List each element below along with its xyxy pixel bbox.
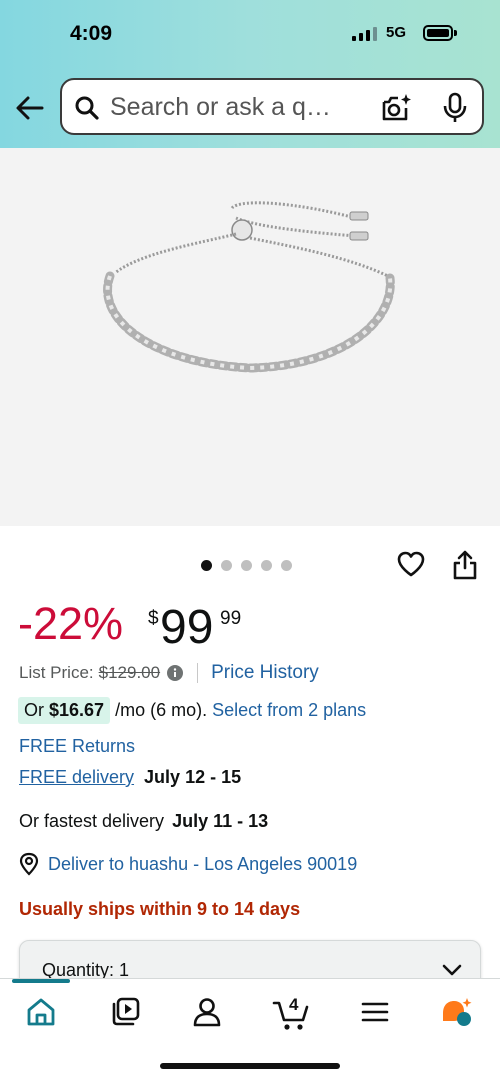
status-bar: 4:09 5G bbox=[0, 0, 500, 64]
pagination-dot[interactable] bbox=[261, 560, 272, 571]
installment-amount: $16.67 bbox=[49, 700, 105, 720]
pagination-dot[interactable] bbox=[221, 560, 232, 571]
deliver-to-link[interactable]: Deliver to huashu - Los Angeles 90019 bbox=[19, 852, 357, 876]
deliver-to-text[interactable]: Deliver to huashu - Los Angeles 90019 bbox=[48, 854, 357, 875]
image-pagination-dots[interactable] bbox=[201, 560, 292, 571]
price-fraction: 99 bbox=[220, 608, 242, 629]
status-time: 4:09 bbox=[70, 22, 113, 45]
network-label: 5G bbox=[386, 24, 407, 41]
heart-icon[interactable] bbox=[396, 550, 426, 578]
rufus-icon[interactable] bbox=[440, 995, 474, 1029]
active-tab-indicator bbox=[12, 979, 70, 983]
location-pin-icon bbox=[19, 852, 39, 876]
installment-row: Or $16.67 /mo (6 mo). Select from 2 plan… bbox=[18, 697, 366, 724]
select-plans-link[interactable]: Select from 2 plans bbox=[212, 700, 366, 721]
battery-icon bbox=[423, 25, 457, 41]
account-icon[interactable] bbox=[190, 995, 224, 1029]
signal-icon bbox=[352, 27, 377, 41]
list-price-value: $129.00 bbox=[98, 663, 161, 682]
price-whole: 99 bbox=[160, 601, 214, 654]
chevron-down-icon bbox=[442, 964, 462, 976]
pagination-dot[interactable] bbox=[281, 560, 292, 571]
shipping-note: Usually ships within 9 to 14 days bbox=[19, 899, 301, 919]
home-indicator bbox=[160, 1063, 340, 1069]
fastest-delivery-dates: July 11 - 13 bbox=[172, 811, 269, 831]
pagination-dot[interactable] bbox=[201, 560, 212, 571]
free-delivery-link[interactable]: FREE delivery bbox=[19, 767, 134, 787]
video-icon[interactable] bbox=[108, 995, 142, 1029]
product-image[interactable] bbox=[0, 148, 500, 526]
price-currency: $ bbox=[148, 608, 159, 629]
installment-prefix: Or bbox=[24, 700, 44, 720]
free-returns-link[interactable]: FREE Returns bbox=[19, 736, 135, 757]
bracelet-image bbox=[103, 201, 395, 373]
fastest-delivery-row: Or fastest delivery July 11 - 13 bbox=[19, 811, 268, 832]
fastest-delivery-prefix: Or fastest delivery bbox=[19, 811, 165, 831]
search-icon bbox=[75, 96, 99, 120]
discount-percent: -22% bbox=[18, 598, 124, 649]
share-icon[interactable] bbox=[452, 549, 478, 581]
cart-count: 4 bbox=[289, 995, 299, 1014]
cart-button[interactable]: 4 bbox=[272, 995, 312, 1033]
back-arrow-icon[interactable] bbox=[14, 92, 46, 124]
installment-term: /mo (6 mo). bbox=[115, 700, 208, 720]
menu-icon[interactable] bbox=[358, 995, 392, 1029]
free-delivery-row: FREE delivery July 12 - 15 bbox=[19, 767, 241, 788]
divider bbox=[197, 663, 199, 683]
search-bar[interactable] bbox=[60, 78, 484, 135]
list-price-row: List Price: $129.00 Price History bbox=[19, 662, 319, 684]
home-icon[interactable] bbox=[24, 995, 58, 1029]
header: 4:09 5G bbox=[0, 0, 500, 148]
list-price-label: List Price: bbox=[19, 663, 94, 682]
info-icon[interactable] bbox=[167, 665, 184, 681]
installment-badge: Or $16.67 bbox=[18, 697, 111, 724]
price-history-link[interactable]: Price History bbox=[211, 662, 319, 684]
camera-search-icon[interactable] bbox=[380, 93, 412, 123]
microphone-icon[interactable] bbox=[442, 92, 468, 124]
free-delivery-dates: July 12 - 15 bbox=[144, 767, 242, 787]
pagination-dot[interactable] bbox=[241, 560, 252, 571]
search-input[interactable] bbox=[110, 92, 370, 122]
